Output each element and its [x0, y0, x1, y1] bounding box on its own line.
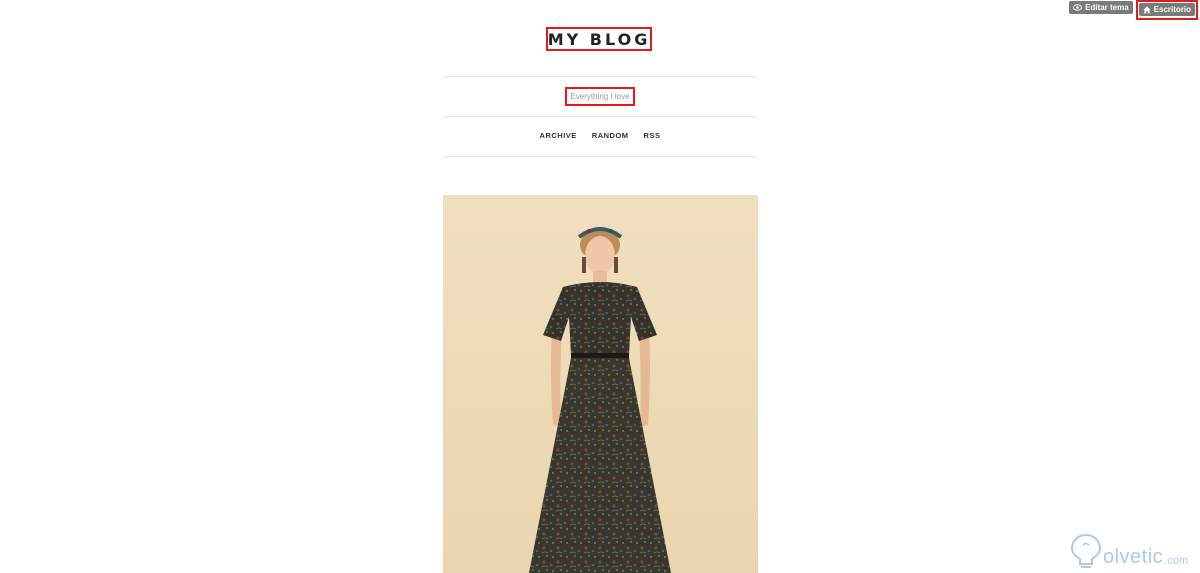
- tumblr-controls: Editar tema Escritorio: [1069, 0, 1198, 20]
- blog-title[interactable]: MY BLOG: [548, 30, 651, 49]
- watermark: olvetic .com: [1069, 533, 1188, 569]
- dashboard-label: Escritorio: [1153, 5, 1191, 14]
- watermark-text: olvetic: [1102, 546, 1164, 568]
- blog-title-highlight: MY BLOG: [546, 27, 652, 51]
- divider: [443, 156, 757, 157]
- divider: [443, 76, 757, 77]
- nav-archive[interactable]: ARCHIVE: [540, 131, 577, 140]
- dress-model-illustration: [443, 195, 758, 573]
- nav-random[interactable]: RANDOM: [592, 131, 629, 140]
- edit-theme-label: Editar tema: [1085, 3, 1129, 12]
- edit-theme-button[interactable]: Editar tema: [1069, 1, 1133, 14]
- dashboard-highlight: Escritorio: [1135, 0, 1198, 20]
- blog-nav: ARCHIVE RANDOM RSS: [443, 131, 757, 140]
- dashboard-button[interactable]: Escritorio: [1138, 3, 1195, 16]
- watermark-suffix: .com: [1164, 555, 1188, 567]
- bulb-logo-icon: [1070, 533, 1101, 568]
- divider: [443, 116, 757, 117]
- blog-description-highlight: Everything I love: [565, 87, 635, 106]
- home-icon: [1143, 6, 1151, 13]
- nav-rss[interactable]: RSS: [644, 131, 661, 140]
- eye-icon: [1073, 4, 1083, 11]
- post-photo[interactable]: [443, 195, 758, 573]
- blog-description: Everything I love: [570, 92, 630, 101]
